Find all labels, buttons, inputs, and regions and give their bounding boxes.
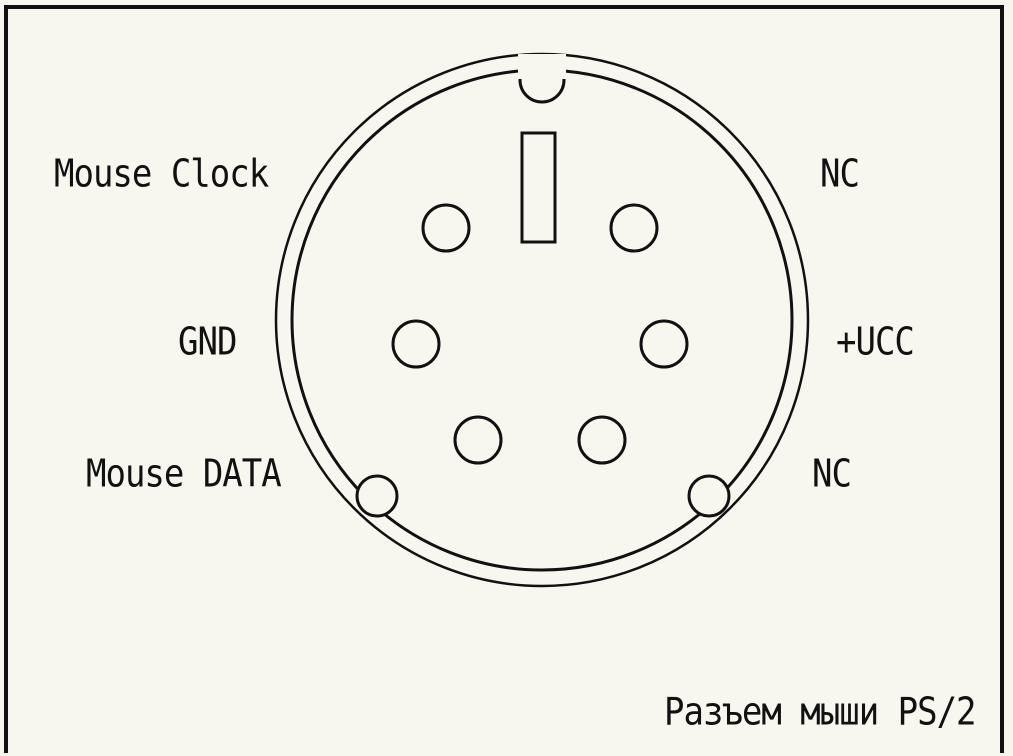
pin-vcc <box>639 319 689 369</box>
label-nc-top: NC <box>820 152 860 197</box>
pin-nc-top <box>609 203 659 253</box>
key-slot <box>520 131 557 244</box>
label-vcc: +UCC <box>836 320 915 365</box>
pin-nc-bottom <box>577 415 627 465</box>
left-notch <box>355 474 399 518</box>
right-notch <box>687 474 731 518</box>
pin-mouse-data <box>453 415 503 465</box>
label-mouse-data: Mouse DATA <box>86 452 282 497</box>
label-nc-bottom: NC <box>812 452 852 497</box>
label-mouse-clock: Mouse Clock <box>54 152 269 197</box>
pin-mouse-clock <box>421 203 471 253</box>
ps2-connector <box>274 52 810 588</box>
diagram-canvas: Mouse Clock GND Mouse DATA NC +UCC NC Ра… <box>0 0 1013 756</box>
label-gnd: GND <box>178 320 237 365</box>
diagram-caption: Разъем мыши PS/2 <box>664 690 977 735</box>
pin-gnd <box>391 319 441 369</box>
